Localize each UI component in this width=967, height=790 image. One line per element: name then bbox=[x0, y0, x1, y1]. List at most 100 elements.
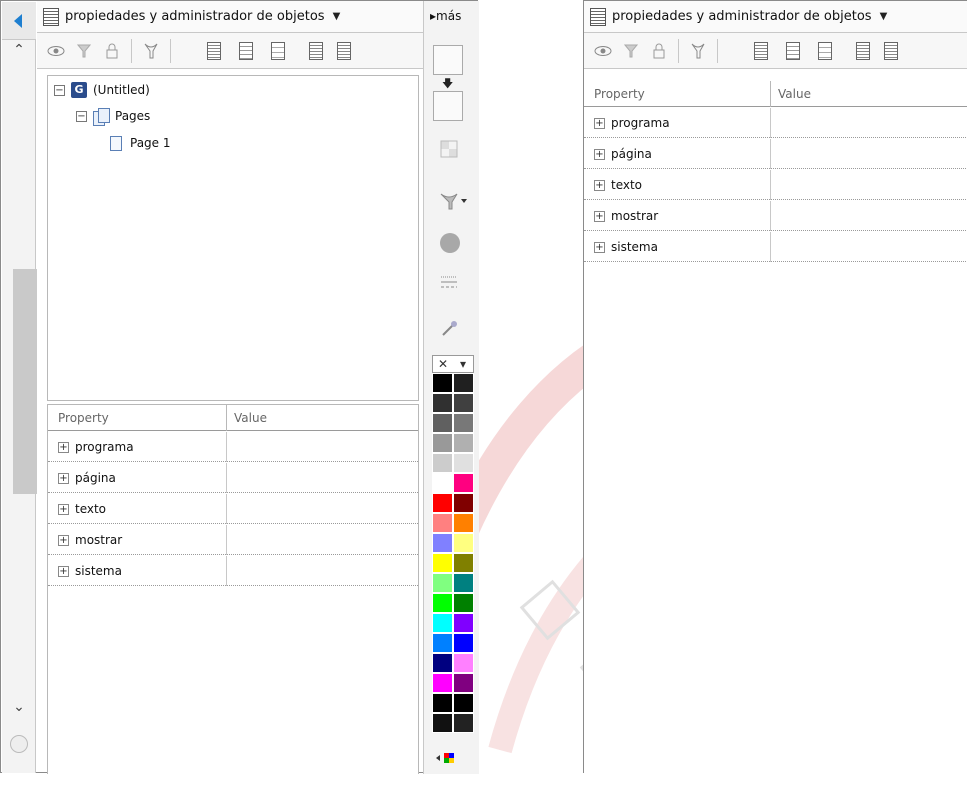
color-swatch[interactable] bbox=[432, 653, 453, 673]
collapse-icon[interactable]: − bbox=[54, 84, 65, 96]
color-swatch[interactable] bbox=[432, 393, 453, 413]
color-swatch[interactable] bbox=[453, 613, 474, 633]
color-swatch[interactable] bbox=[432, 613, 453, 633]
color-swatch[interactable] bbox=[432, 513, 453, 533]
panel-title-bar[interactable]: propiedades y administrador de objetos ▼ bbox=[584, 1, 967, 33]
delete-layer-icon[interactable] bbox=[852, 40, 874, 62]
collapse-docker-button[interactable] bbox=[2, 2, 36, 40]
color-swatch[interactable] bbox=[453, 373, 474, 393]
layer-manager-icon[interactable] bbox=[267, 40, 289, 62]
left-scrollbar[interactable]: ⌃ ⌄ bbox=[2, 2, 37, 773]
color-swatch[interactable] bbox=[453, 553, 474, 573]
color-swatch[interactable] bbox=[453, 393, 474, 413]
color-swatch[interactable] bbox=[432, 373, 453, 393]
color-swatch[interactable] bbox=[453, 413, 474, 433]
color-swatch[interactable] bbox=[453, 453, 474, 473]
expand-icon[interactable]: + bbox=[594, 179, 605, 191]
new-master-layer-icon[interactable] bbox=[235, 40, 257, 62]
color-swatch[interactable] bbox=[453, 573, 474, 593]
color-swatch[interactable] bbox=[432, 673, 453, 693]
color-swatch[interactable] bbox=[453, 533, 474, 553]
transparency-icon[interactable] bbox=[436, 139, 462, 161]
chevron-down-icon[interactable]: ▼ bbox=[880, 11, 888, 22]
no-color-icon[interactable]: ✕ bbox=[433, 356, 453, 372]
palette-options-icon[interactable] bbox=[434, 751, 464, 768]
color-swatch[interactable] bbox=[453, 513, 474, 533]
palette-filter-icon[interactable]: ▾ bbox=[453, 356, 473, 372]
column-header-value[interactable]: Value bbox=[234, 411, 267, 425]
expand-icon[interactable]: + bbox=[58, 565, 69, 577]
tree-item-untitled[interactable]: − G (Untitled) bbox=[54, 80, 150, 100]
color-swatch[interactable] bbox=[432, 693, 453, 713]
color-swatch[interactable] bbox=[432, 473, 453, 493]
filter-icon[interactable] bbox=[620, 40, 642, 62]
column-header-value[interactable]: Value bbox=[778, 87, 811, 101]
property-row-mostrar[interactable]: + mostrar bbox=[584, 201, 967, 231]
color-swatch[interactable] bbox=[453, 433, 474, 453]
color-swatch[interactable] bbox=[432, 433, 453, 453]
expand-icon[interactable]: + bbox=[58, 534, 69, 546]
funnel-icon[interactable] bbox=[687, 40, 709, 62]
expand-icon[interactable]: + bbox=[594, 148, 605, 160]
color-swatch[interactable] bbox=[432, 593, 453, 613]
property-row-sistema[interactable]: + sistema bbox=[584, 232, 967, 262]
column-divider[interactable] bbox=[770, 81, 771, 107]
tree-item-page-1[interactable]: Page 1 bbox=[110, 133, 171, 153]
line-style-icon[interactable] bbox=[436, 273, 462, 295]
column-divider[interactable] bbox=[226, 405, 227, 431]
color-swatch[interactable] bbox=[453, 593, 474, 613]
filter-icon[interactable] bbox=[73, 40, 95, 62]
color-swatch[interactable] bbox=[432, 533, 453, 553]
color-swatch[interactable] bbox=[453, 673, 474, 693]
panel-title-bar[interactable]: propiedades y administrador de objetos ▼ bbox=[37, 1, 423, 33]
column-header-property[interactable]: Property bbox=[58, 411, 109, 425]
outline-preview-box[interactable] bbox=[433, 91, 463, 121]
property-row-texto[interactable]: + texto bbox=[584, 170, 967, 200]
property-row-programa[interactable]: + programa bbox=[48, 432, 418, 462]
color-swatch[interactable] bbox=[432, 553, 453, 573]
filter-dropdown-icon[interactable] bbox=[436, 191, 472, 213]
scroll-up-arrow[interactable]: ⌃ bbox=[2, 42, 36, 58]
expand-icon[interactable]: + bbox=[594, 241, 605, 253]
color-swatch[interactable] bbox=[432, 713, 453, 733]
eye-icon[interactable] bbox=[592, 40, 614, 62]
lock-icon[interactable] bbox=[648, 40, 670, 62]
column-header-property[interactable]: Property bbox=[594, 87, 645, 101]
color-swatch[interactable] bbox=[432, 493, 453, 513]
more-button[interactable]: ▸más bbox=[430, 9, 461, 23]
collapse-icon[interactable]: − bbox=[76, 110, 87, 122]
eyedropper-icon[interactable] bbox=[436, 319, 462, 341]
color-swatch[interactable] bbox=[453, 493, 474, 513]
fill-preview-box[interactable] bbox=[433, 45, 463, 75]
color-swatch[interactable] bbox=[432, 413, 453, 433]
color-swatch[interactable] bbox=[432, 573, 453, 593]
color-swatch[interactable] bbox=[432, 453, 453, 473]
color-swatch[interactable] bbox=[453, 653, 474, 673]
expand-icon[interactable]: + bbox=[594, 210, 605, 222]
property-row-sistema[interactable]: + sistema bbox=[48, 556, 418, 586]
scroll-down-arrow[interactable]: ⌄ bbox=[2, 699, 36, 715]
property-row-texto[interactable]: + texto bbox=[48, 494, 418, 524]
new-master-layer-icon[interactable] bbox=[782, 40, 804, 62]
property-row-programa[interactable]: + programa bbox=[584, 108, 967, 138]
expand-icon[interactable]: + bbox=[594, 117, 605, 129]
circle-icon[interactable] bbox=[440, 233, 460, 253]
property-row-pagina[interactable]: + página bbox=[584, 139, 967, 169]
property-row-pagina[interactable]: + página bbox=[48, 463, 418, 493]
new-layer-icon[interactable] bbox=[750, 40, 772, 62]
tree-item-pages[interactable]: − Pages bbox=[76, 106, 150, 126]
scroll-thumb[interactable] bbox=[13, 269, 37, 494]
layer-manager-icon[interactable] bbox=[814, 40, 836, 62]
funnel-icon[interactable] bbox=[140, 40, 162, 62]
property-row-mostrar[interactable]: + mostrar bbox=[48, 525, 418, 555]
add-layer-icon[interactable] bbox=[333, 40, 355, 62]
color-swatch[interactable] bbox=[453, 633, 474, 653]
lock-icon[interactable] bbox=[101, 40, 123, 62]
expand-icon[interactable]: + bbox=[58, 441, 69, 453]
eye-icon[interactable] bbox=[45, 40, 67, 62]
new-layer-icon[interactable] bbox=[203, 40, 225, 62]
scroll-navigator-icon[interactable] bbox=[10, 735, 28, 753]
color-swatch[interactable] bbox=[453, 473, 474, 493]
color-swatch[interactable] bbox=[453, 713, 474, 733]
color-swatch[interactable] bbox=[432, 633, 453, 653]
